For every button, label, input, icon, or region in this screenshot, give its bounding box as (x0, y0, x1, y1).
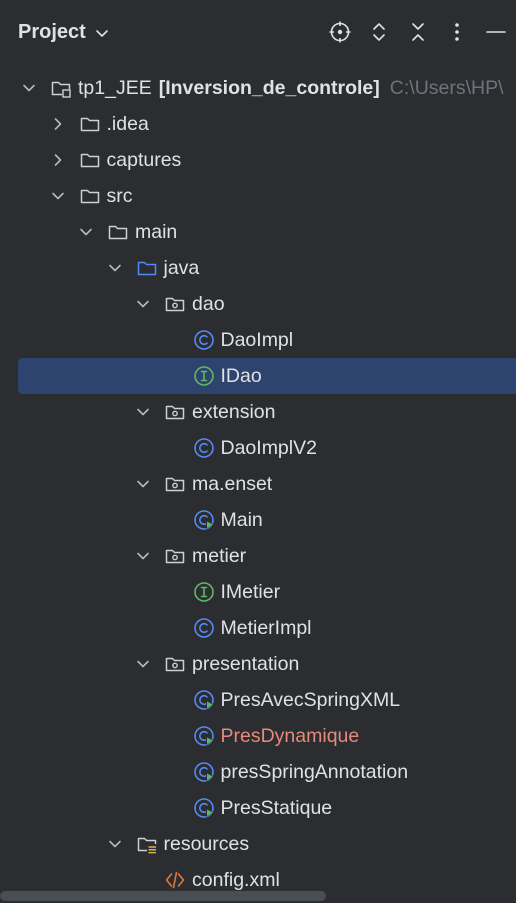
folder-icon (80, 189, 99, 204)
package-icon (165, 657, 185, 672)
chevron-down-icon[interactable] (136, 657, 150, 671)
tree-node-captures[interactable]: captures (0, 142, 516, 178)
runnable-class-icon (193, 762, 214, 782)
tree-node-label: PresDynamique (220, 724, 360, 747)
tree-node-label: tp1_JEE (78, 76, 152, 99)
interface-icon (193, 582, 214, 602)
runnable-class-icon (193, 690, 214, 710)
project-path-label: C:\Users\HP\ (389, 76, 504, 99)
chevron-down-icon[interactable] (136, 297, 150, 311)
folder-icon (80, 117, 99, 132)
package-icon (165, 297, 185, 312)
chevron-down-icon[interactable] (108, 837, 122, 851)
package-icon (165, 477, 185, 492)
tree-node-label: ma.enset (192, 472, 273, 495)
tree-node-extension[interactable]: extension (0, 394, 516, 430)
tree-node-java[interactable]: java (0, 250, 516, 286)
tree-node-label: resources (163, 832, 250, 855)
tree-node-label: java (163, 256, 200, 279)
locate-icon[interactable] (328, 20, 352, 44)
tree-node-label: dao (192, 292, 225, 315)
tree-node-label: src (106, 184, 133, 207)
tree-node-idao[interactable]: IDao (0, 358, 516, 394)
tree-node-metier[interactable]: metier (0, 538, 516, 574)
more-options-icon[interactable] (445, 20, 469, 44)
tree-node-main[interactable]: main (0, 214, 516, 250)
tree-node-label: PresStatique (220, 796, 333, 819)
tree-node-src[interactable]: src (0, 178, 516, 214)
tree-node-resources[interactable]: resources (0, 826, 516, 862)
class-icon (193, 438, 214, 458)
chevron-down-icon (96, 29, 108, 37)
tree-node-label: PresAvecSpringXML (220, 688, 401, 711)
chevron-down-icon[interactable] (22, 81, 36, 95)
class-icon (193, 618, 214, 638)
chevron-down-icon[interactable] (136, 549, 150, 563)
tree-node-label: DaoImpl (220, 328, 294, 351)
tree-node-presstatique[interactable]: PresStatique (0, 790, 516, 826)
tree-node-label: metier (192, 544, 247, 567)
expand-all-icon[interactable] (367, 20, 391, 44)
tree-node-label: DaoImplV2 (220, 436, 317, 459)
tree-node-label: Main (220, 508, 263, 531)
tree-node-label: captures (106, 148, 182, 171)
source-folder-icon (137, 261, 156, 276)
xml-file-icon (165, 871, 185, 889)
tree-node-label: IDao (220, 364, 262, 387)
tree-node-label: presentation (192, 652, 300, 675)
folder-icon (80, 153, 99, 168)
tree-node-tp1-jee[interactable]: tp1_JEE [Inversion_de_controle] C:\Users\H… (0, 70, 516, 106)
tree-node-imetier[interactable]: IMetier (0, 574, 516, 610)
tree-node-label: MetierImpl (220, 616, 312, 639)
tree-node-label: config.xml (192, 868, 280, 891)
chevron-down-icon[interactable] (79, 225, 93, 239)
package-icon (165, 549, 185, 564)
runnable-class-icon (193, 726, 214, 746)
chevron-down-icon[interactable] (136, 477, 150, 491)
resources-folder-icon (137, 837, 157, 854)
tree-node-main[interactable]: Main (0, 502, 516, 538)
chevron-down-icon[interactable] (51, 189, 65, 203)
tree-node-label: IMetier (220, 580, 281, 603)
tree-node-dao[interactable]: dao (0, 286, 516, 322)
tree-node-label: extension (192, 400, 276, 423)
chevron-right-icon[interactable] (51, 117, 65, 131)
module-name-label: [Inversion_de_controle] (158, 76, 380, 99)
tree-node-label: presSpringAnnotation (220, 760, 409, 783)
project-folder-icon (51, 81, 71, 98)
class-icon (193, 330, 214, 350)
project-view-selector[interactable]: Project (18, 21, 110, 44)
interface-icon (193, 366, 214, 386)
collapse-all-icon[interactable] (406, 20, 430, 44)
tree-node-presspringannotation[interactable]: presSpringAnnotation (0, 754, 516, 790)
tree-node-metierimpl[interactable]: MetierImpl (0, 610, 516, 646)
tree-node-daoimplv2[interactable]: DaoImplV2 (0, 430, 516, 466)
package-icon (165, 405, 185, 420)
project-toolwindow-header: Project (0, 0, 516, 66)
chevron-down-icon[interactable] (136, 405, 150, 419)
tree-node-label: main (135, 220, 178, 243)
horizontal-scrollbar[interactable] (0, 891, 326, 901)
runnable-class-icon (193, 798, 214, 818)
hide-icon[interactable] (484, 20, 508, 44)
runnable-class-icon (193, 510, 214, 530)
chevron-down-icon[interactable] (108, 261, 122, 275)
tree-node-presdynamique[interactable]: PresDynamique (0, 718, 516, 754)
tree-node-presavecspringxml[interactable]: PresAvecSpringXML (0, 682, 516, 718)
tree-node-daoimpl[interactable]: DaoImpl (0, 322, 516, 358)
tree-node-presentation[interactable]: presentation (0, 646, 516, 682)
chevron-right-icon[interactable] (51, 153, 65, 167)
tree-node-ma-enset[interactable]: ma.enset (0, 466, 516, 502)
folder-icon (108, 225, 128, 240)
toolwindow-title: Project (18, 21, 86, 43)
tree-node-idea[interactable]: .idea (0, 106, 516, 142)
tree-node-label: .idea (106, 112, 149, 135)
